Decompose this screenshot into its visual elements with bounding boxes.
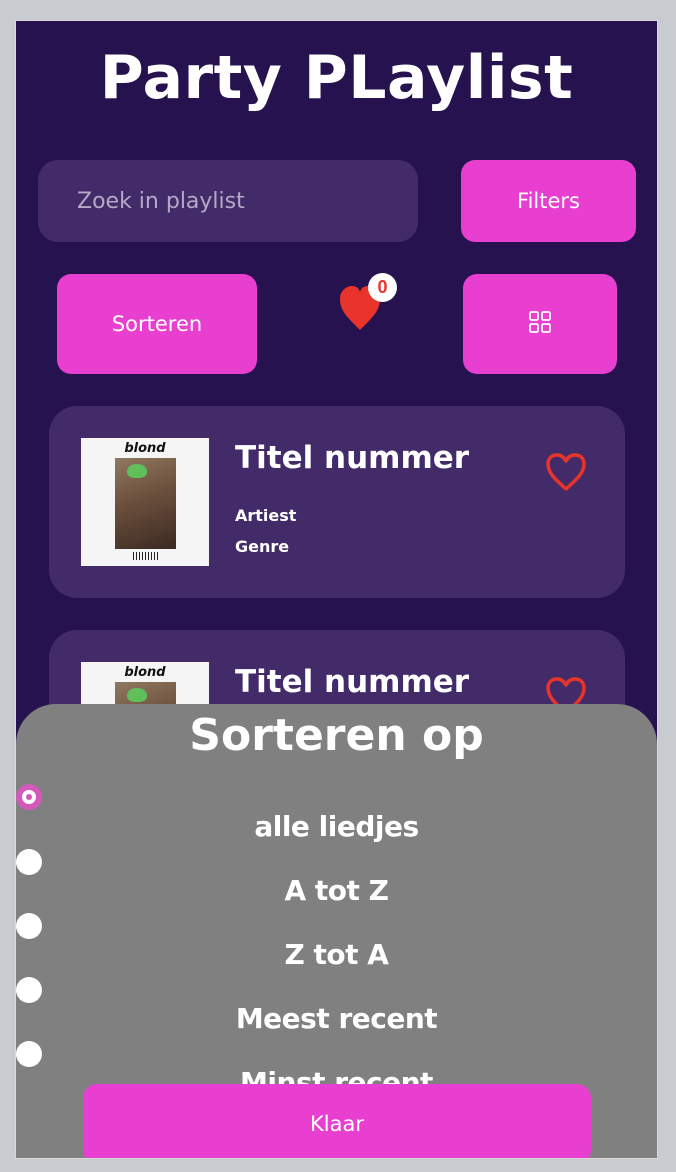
favorites-count-badge: 0 xyxy=(368,273,397,302)
track-title: Titel nummer xyxy=(235,440,470,476)
search-input[interactable]: Zoek in playlist xyxy=(38,160,418,242)
sort-option-z-a[interactable]: Z tot A xyxy=(16,938,657,971)
like-heart-icon[interactable] xyxy=(545,452,587,492)
filters-button[interactable]: Filters xyxy=(461,160,636,242)
grid-view-button[interactable] xyxy=(463,274,617,374)
sort-sheet-title: Sorteren op xyxy=(189,710,484,761)
album-cover: blond xyxy=(81,438,209,566)
track-title: Titel nummer xyxy=(235,664,470,700)
sort-radio-most-recent[interactable] xyxy=(16,977,42,1003)
album-cover-text: blond xyxy=(124,441,166,456)
page-title: Party PLaylist xyxy=(99,43,574,113)
sort-radio-all[interactable] xyxy=(16,784,42,810)
track-artist: Artiest xyxy=(235,506,297,525)
sort-radio-z-a[interactable] xyxy=(16,913,42,939)
done-button[interactable]: Klaar xyxy=(83,1084,591,1158)
sort-radio-least-recent[interactable] xyxy=(16,1041,42,1067)
track-card[interactable]: blond Titel nummer Artiest Genre xyxy=(49,406,625,598)
sort-option-all[interactable]: alle liedjes xyxy=(16,810,657,843)
album-cover-text: blond xyxy=(124,665,166,680)
sort-option-a-z[interactable]: A tot Z xyxy=(16,874,657,907)
sort-radio-a-z[interactable] xyxy=(16,849,42,875)
sort-button[interactable]: Sorteren xyxy=(57,274,257,374)
app-screen: Party PLaylist Zoek in playlist Filters … xyxy=(16,21,657,1158)
grid-icon xyxy=(528,310,552,339)
track-genre: Genre xyxy=(235,537,290,556)
sort-option-most-recent[interactable]: Meest recent xyxy=(16,1002,657,1035)
sort-sheet: Sorteren op alle liedjes A tot Z Z tot A… xyxy=(16,704,657,1158)
